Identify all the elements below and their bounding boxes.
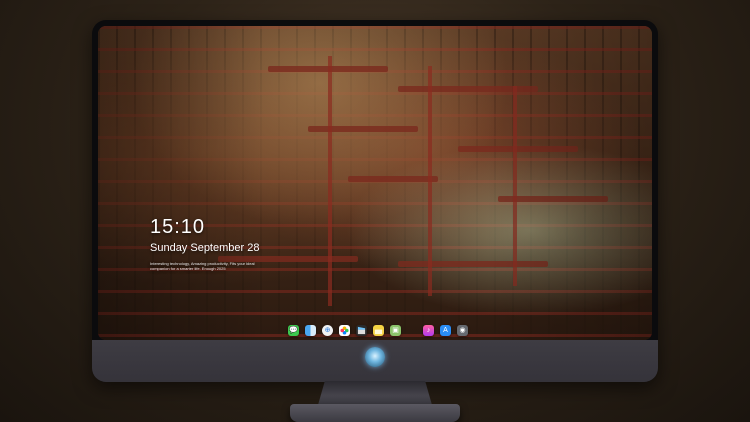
time-display: 15:10: [150, 216, 206, 238]
notes-icon[interactable]: [373, 324, 384, 336]
dock: 💬 ⊕ ▣ ♪ A ◉: [288, 323, 468, 337]
wallpaper: [98, 26, 652, 340]
app-store-icon[interactable]: A: [440, 324, 451, 336]
monitor: 15:10 Sunday September 28 Interesting te…: [92, 20, 658, 382]
preview-icon[interactable]: ▣: [390, 324, 401, 336]
camera-icon[interactable]: ◉: [457, 324, 468, 336]
music-icon[interactable]: ♪: [423, 324, 434, 336]
notes-lines-icon: [374, 325, 383, 334]
monitor-stand-neck: [318, 381, 432, 405]
tagline-text: Interesting technology, Amazing producti…: [150, 261, 255, 271]
clapper-icon: [357, 326, 366, 334]
safari-icon[interactable]: ⊕: [322, 324, 333, 336]
date-display: Sunday September 28: [150, 242, 260, 254]
finder-icon[interactable]: [305, 324, 316, 336]
screen: 15:10 Sunday September 28 Interesting te…: [98, 26, 652, 340]
lock-screen-clock: 15:10 Sunday September 28 Interesting te…: [150, 216, 260, 271]
monitor-stand-base: [290, 404, 460, 422]
messages-icon[interactable]: 💬: [288, 324, 299, 336]
brand-logo-icon: [365, 347, 385, 367]
photos-flower-icon: [340, 325, 349, 335]
video-icon[interactable]: [356, 324, 367, 336]
photos-icon[interactable]: [339, 324, 350, 336]
